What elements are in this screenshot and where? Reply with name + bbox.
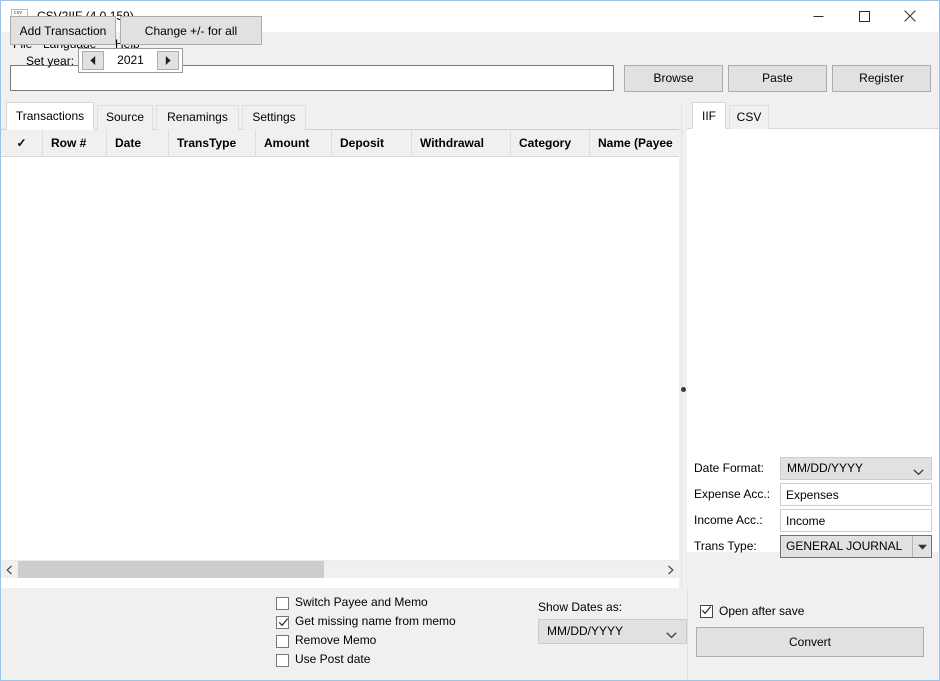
income-account-label: Income Acc.:	[694, 513, 763, 527]
checkbox-box	[276, 597, 289, 610]
triangle-down-icon	[917, 544, 927, 550]
set-year-label: Set year:	[26, 54, 75, 68]
show-dates-as-label: Show Dates as:	[538, 600, 623, 614]
column-header-category[interactable]: Category	[511, 130, 590, 156]
left-panel: Transactions Source Renamings Settings ✓…	[1, 102, 679, 588]
checkbox-label: Use Post date	[295, 652, 371, 666]
column-header-check[interactable]: ✓	[1, 130, 43, 156]
right-panel: IIF CSV Date Format: MM/DD/YYYY Expense …	[687, 102, 939, 588]
register-button[interactable]: Register	[832, 65, 931, 92]
checkmark-icon	[701, 605, 712, 619]
change-sign-button[interactable]: Change +/- for all	[120, 16, 262, 45]
checkbox-box	[276, 635, 289, 648]
checkbox-open-after-save[interactable]	[700, 605, 713, 618]
column-header-transtype[interactable]: TransType	[169, 130, 256, 156]
minimize-icon	[813, 15, 823, 17]
maximize-icon	[858, 10, 870, 22]
checkbox-label: Switch Payee and Memo	[295, 595, 428, 609]
set-year-stepper[interactable]: 2021	[78, 48, 183, 73]
tab-csv[interactable]: CSV	[729, 105, 769, 129]
trans-type-label: Trans Type:	[694, 539, 757, 553]
trans-type-value: GENERAL JOURNAL	[786, 539, 903, 553]
triangle-right-icon	[165, 56, 171, 65]
grid-horizontal-scrollbar[interactable]	[1, 560, 679, 578]
date-format-select[interactable]: MM/DD/YYYY	[780, 457, 932, 480]
transactions-grid: ✓ Row # Date TransType Amount Deposit Wi…	[1, 130, 679, 588]
date-format-value: MM/DD/YYYY	[787, 461, 864, 475]
panel-splitter[interactable]	[679, 102, 687, 588]
set-year-value: 2021	[117, 53, 144, 67]
right-tab-strip: IIF CSV	[687, 102, 939, 129]
checkmark-icon	[278, 617, 289, 631]
scroll-right-button[interactable]	[662, 561, 679, 578]
grid-header-row: ✓ Row # Date TransType Amount Deposit Wi…	[1, 130, 679, 157]
trans-type-select[interactable]: GENERAL JOURNAL	[780, 535, 932, 558]
column-header-row-number[interactable]: Row #	[43, 130, 107, 156]
trans-type-dropdown-button[interactable]	[912, 536, 931, 557]
show-dates-as-select[interactable]: MM/DD/YYYY	[538, 619, 687, 644]
column-header-deposit[interactable]: Deposit	[332, 130, 412, 156]
chevron-left-icon	[6, 564, 12, 575]
set-year-increment-button[interactable]	[157, 51, 179, 70]
scroll-left-button[interactable]	[1, 561, 18, 578]
tab-iif[interactable]: IIF	[692, 102, 726, 129]
date-format-label: Date Format:	[694, 461, 765, 475]
close-button[interactable]	[887, 1, 933, 31]
tab-source[interactable]: Source	[97, 105, 153, 130]
tab-renamings[interactable]: Renamings	[156, 105, 239, 130]
checkbox-label: Get missing name from memo	[295, 614, 456, 628]
add-transaction-button[interactable]: Add Transaction	[10, 16, 116, 45]
tab-transactions[interactable]: Transactions	[6, 102, 94, 130]
chevron-down-icon	[666, 628, 677, 642]
convert-button[interactable]: Convert	[696, 627, 924, 657]
open-after-save-label: Open after save	[719, 604, 805, 618]
minimize-button[interactable]	[795, 1, 841, 31]
triangle-left-icon	[90, 56, 96, 65]
column-header-date[interactable]: Date	[107, 130, 169, 156]
income-account-input[interactable]	[780, 509, 932, 532]
tab-settings[interactable]: Settings	[242, 105, 306, 130]
show-dates-as-value: MM/DD/YYYY	[547, 624, 624, 638]
expense-account-input[interactable]	[780, 483, 932, 506]
chevron-right-icon	[668, 564, 674, 575]
browse-button[interactable]: Browse	[624, 65, 723, 92]
scroll-track[interactable]	[18, 561, 662, 578]
grid-body[interactable]	[1, 157, 679, 560]
maximize-button[interactable]	[841, 1, 887, 31]
application-window: csv CSV2IIF (4.0.159) File Language Help	[0, 0, 940, 681]
expense-account-label: Expense Acc.:	[694, 487, 771, 501]
scroll-thumb[interactable]	[18, 561, 324, 578]
checkbox-box	[276, 654, 289, 667]
paste-button[interactable]: Paste	[728, 65, 827, 92]
column-header-withdrawal[interactable]: Withdrawal	[412, 130, 511, 156]
column-header-name-payee[interactable]: Name (Payee	[590, 130, 679, 156]
bottom-divider	[687, 588, 688, 680]
column-header-amount[interactable]: Amount	[256, 130, 332, 156]
chevron-down-icon	[913, 465, 924, 479]
left-tab-strip: Transactions Source Renamings Settings	[1, 102, 679, 130]
set-year-decrement-button[interactable]	[82, 51, 104, 70]
checkbox-box	[276, 616, 289, 629]
close-icon	[904, 10, 916, 22]
checkbox-label: Remove Memo	[295, 633, 377, 647]
